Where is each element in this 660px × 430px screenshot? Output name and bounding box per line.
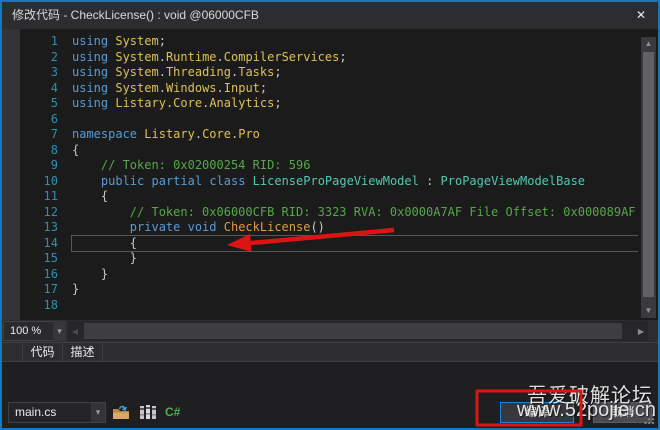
code-line: 15 } — [20, 251, 638, 267]
tabstrip-lead-cell — [2, 343, 23, 361]
code-text: // Token: 0x02000254 RID: 596 — [72, 158, 638, 174]
code-text — [72, 112, 638, 128]
vertical-scroll-thumb[interactable] — [643, 52, 654, 297]
bottom-tabstrip: 代码 描述 — [2, 342, 658, 362]
code-line: 9 // Token: 0x02000254 RID: 596 — [20, 158, 638, 174]
line-number: 1 — [20, 34, 72, 50]
line-number: 13 — [20, 220, 72, 236]
line-number: 2 — [20, 50, 72, 66]
code-text: using System.Windows.Input; — [72, 81, 638, 97]
code-line: 17} — [20, 282, 638, 298]
code-line: 11 { — [20, 189, 638, 205]
tab-description[interactable]: 描述 — [63, 343, 103, 361]
code-line: 16 } — [20, 267, 638, 283]
editor-glyph-margin — [2, 29, 20, 320]
code-line: 4using System.Windows.Input; — [20, 81, 638, 97]
file-select-dropdown-icon: ▾ — [91, 403, 105, 422]
code-text: // Token: 0x06000CFB RID: 3323 RVA: 0x00… — [72, 205, 638, 221]
zoom-level-select[interactable]: 100 % — [3, 321, 59, 341]
line-number: 9 — [20, 158, 72, 174]
csharp-file-icon: C# — [165, 403, 180, 421]
code-text: { — [72, 189, 638, 205]
vertical-scroll-track[interactable] — [641, 51, 656, 304]
line-number: 12 — [20, 205, 72, 221]
horizontal-scrollbar[interactable]: ◀ ▶ — [68, 321, 648, 341]
scroll-down-icon[interactable]: ▼ — [641, 304, 656, 318]
scroll-up-icon[interactable]: ▲ — [641, 37, 656, 51]
line-number: 15 — [20, 251, 72, 267]
edit-code-dialog: 修改代码 - CheckLicense() : void @06000CFB ✕… — [0, 0, 660, 430]
code-text: } — [72, 282, 638, 298]
code-line: 3using System.Threading.Tasks; — [20, 65, 638, 81]
vertical-scrollbar[interactable]: ▲ ▼ — [641, 37, 656, 318]
add-document-button[interactable] — [112, 403, 132, 421]
line-number: 10 — [20, 174, 72, 190]
code-line: 8{ — [20, 143, 638, 159]
dialog-title: 修改代码 - CheckLicense() : void @06000CFB — [12, 2, 259, 29]
code-lines: 1using System;2using System.Runtime.Comp… — [20, 34, 638, 320]
code-editor[interactable]: 1using System;2using System.Runtime.Comp… — [2, 29, 658, 320]
code-text: using System.Runtime.CompilerServices; — [72, 50, 638, 66]
code-text: using Listary.Core.Analytics; — [72, 96, 638, 112]
zoom-dropdown-icon[interactable]: ▾ — [53, 321, 66, 341]
code-line: 18 — [20, 298, 638, 314]
line-number: 4 — [20, 81, 72, 97]
close-icon[interactable]: ✕ — [628, 3, 654, 28]
line-number: 18 — [20, 298, 72, 314]
editor-status-row: 100 % ▾ ◀ ▶ — [2, 320, 658, 342]
code-line: 13 private void CheckLicense() — [20, 220, 638, 236]
line-number: 16 — [20, 267, 72, 283]
code-line: 10 public partial class LicenseProPageVi… — [20, 174, 638, 190]
line-number: 3 — [20, 65, 72, 81]
code-text: private void CheckLicense() — [72, 220, 638, 236]
code-line: 12 // Token: 0x06000CFB RID: 3323 RVA: 0… — [20, 205, 638, 221]
code-text: using System.Threading.Tasks; — [72, 65, 638, 81]
books-icon — [139, 403, 157, 421]
code-line: 6 — [20, 112, 638, 128]
code-text: } — [72, 251, 638, 267]
horizontal-scroll-thumb[interactable] — [84, 323, 622, 339]
code-text: } — [72, 267, 638, 283]
code-text: namespace Listary.Core.Pro — [72, 127, 638, 143]
folder-open-icon — [112, 403, 132, 421]
tab-code[interactable]: 代码 — [23, 343, 63, 361]
scroll-right-icon[interactable]: ▶ — [634, 327, 648, 336]
code-text: { — [72, 143, 638, 159]
file-select-value: main.cs — [9, 403, 91, 422]
code-line: 5using Listary.Core.Analytics; — [20, 96, 638, 112]
code-line: 2using System.Runtime.CompilerServices; — [20, 50, 638, 66]
line-number: 14 — [20, 236, 72, 252]
line-number: 8 — [20, 143, 72, 159]
watermark-line2: www.52pojie.cn — [517, 399, 656, 422]
line-number: 17 — [20, 282, 72, 298]
code-text — [72, 298, 638, 314]
line-number: 11 — [20, 189, 72, 205]
line-number: 5 — [20, 96, 72, 112]
code-text: public partial class LicenseProPageViewM… — [72, 174, 638, 190]
code-text: using System; — [72, 34, 638, 50]
current-line-highlight: { — [72, 236, 638, 252]
code-line: 7namespace Listary.Core.Pro — [20, 127, 638, 143]
code-line: 1using System; — [20, 34, 638, 50]
line-number: 6 — [20, 112, 72, 128]
title-bar[interactable]: 修改代码 - CheckLicense() : void @06000CFB ✕ — [2, 2, 658, 29]
file-select[interactable]: main.cs ▾ — [8, 402, 106, 423]
scroll-left-icon[interactable]: ◀ — [68, 327, 82, 336]
code-line: 14 { — [20, 236, 638, 252]
add-assembly-reference-button[interactable] — [139, 403, 159, 421]
line-number: 7 — [20, 127, 72, 143]
